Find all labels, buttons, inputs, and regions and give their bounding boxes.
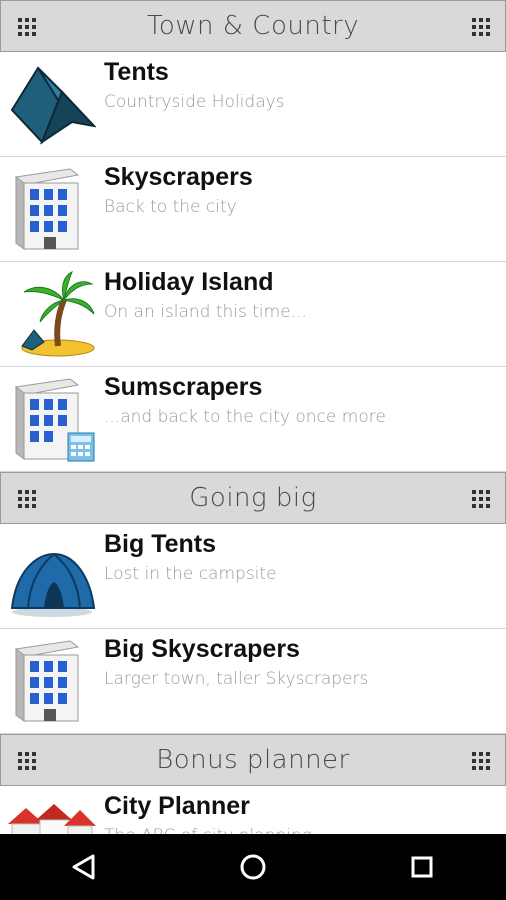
recents-button[interactable] [392, 837, 452, 897]
system-navigation-bar [0, 834, 506, 900]
item-title: Big Skyscrapers [104, 635, 300, 663]
level-list[interactable]: Town & Country Tents Countryside Holiday… [0, 0, 506, 834]
item-subtitle: Back to the city [104, 197, 237, 217]
section-header-going-big: Going big [0, 472, 506, 524]
home-button[interactable] [223, 837, 283, 897]
grip-icon [18, 18, 36, 36]
section-title: Going big [189, 483, 317, 513]
grip-icon [18, 490, 36, 508]
item-subtitle: Lost in the campsite [104, 564, 277, 584]
grip-icon [472, 752, 490, 770]
item-title: City Planner [104, 792, 250, 820]
skyscraper-calculator-icon [14, 378, 95, 462]
item-title: Sumscrapers [104, 373, 263, 401]
list-item-holiday-island[interactable]: Holiday Island On an island this time... [0, 262, 506, 367]
palm-island-icon [21, 270, 95, 357]
section-header-town-country: Town & Country [0, 0, 506, 52]
home-icon [240, 854, 266, 880]
item-title: Big Tents [104, 530, 217, 558]
list-item-city-planner[interactable]: City Planner The ABC of city planning [0, 786, 506, 834]
tent-icon [10, 66, 96, 145]
section-title: Bonus planner [156, 745, 350, 775]
section-title: Town & Country [146, 11, 360, 41]
back-button[interactable] [54, 837, 114, 897]
item-subtitle: The ABC of city planning [104, 826, 312, 834]
grip-icon [18, 752, 36, 770]
item-title: Skyscrapers [104, 163, 253, 191]
list-item-skyscrapers[interactable]: Skyscrapers Back to the city [0, 157, 506, 262]
list-item-big-tents[interactable]: Big Tents Lost in the campsite [0, 524, 506, 629]
city-houses-icon [8, 804, 96, 834]
back-icon [72, 854, 95, 880]
item-title: Tents [104, 58, 169, 86]
grip-icon [472, 18, 490, 36]
list-item-big-skyscrapers[interactable]: Big Skyscrapers Larger town, taller Skys… [0, 629, 506, 734]
skyscraper-icon [14, 168, 80, 250]
item-subtitle: Larger town, taller Skyscrapers [104, 669, 369, 689]
section-header-bonus-planner: Bonus planner [0, 734, 506, 786]
item-subtitle: Countryside Holidays [104, 92, 285, 112]
recents-icon [411, 856, 433, 878]
list-item-tents[interactable]: Tents Countryside Holidays [0, 52, 506, 157]
item-subtitle: On an island this time... [104, 302, 307, 322]
item-title: Holiday Island [104, 268, 274, 296]
grip-icon [472, 490, 490, 508]
skyscraper-icon [14, 640, 80, 722]
list-item-sumscrapers[interactable]: Sumscrapers ...and back to the city once… [0, 367, 506, 472]
item-subtitle: ...and back to the city once more [104, 407, 386, 427]
dome-tent-icon [10, 552, 96, 617]
